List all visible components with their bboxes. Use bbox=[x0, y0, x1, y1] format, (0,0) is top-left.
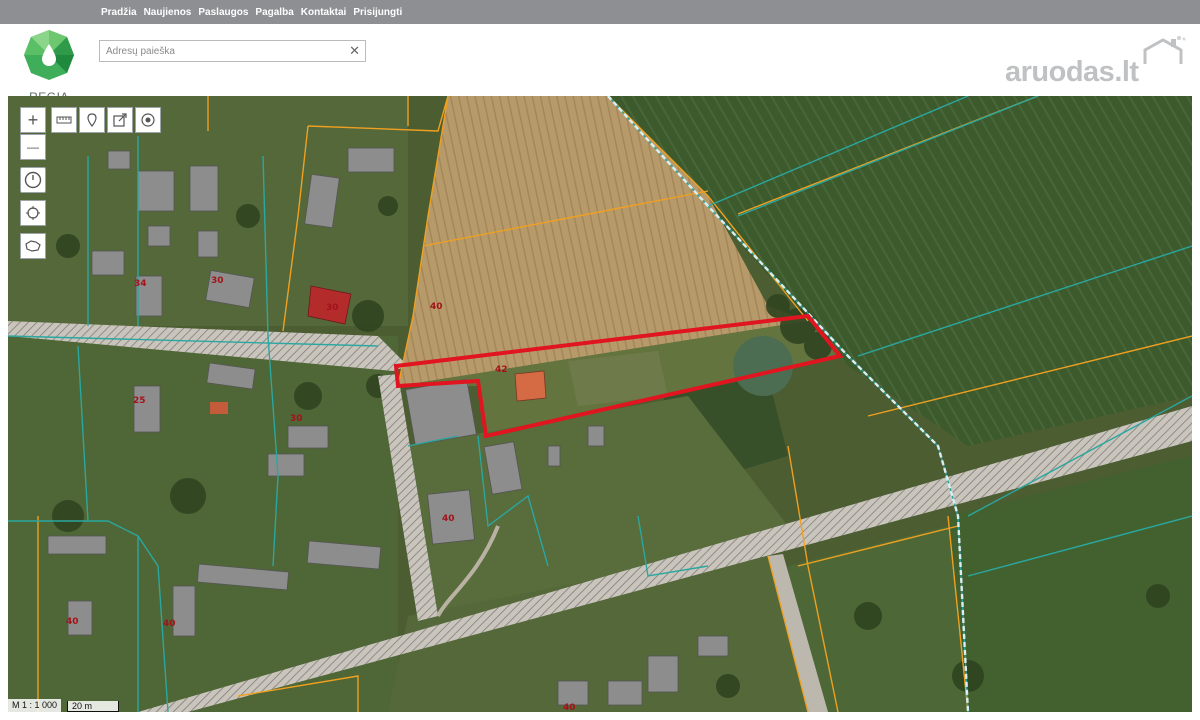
scale-ratio: M 1 : 1 000 bbox=[8, 699, 62, 712]
layers-button[interactable] bbox=[135, 107, 161, 133]
aruodas-brand[interactable]: aruodas.lt bbox=[1005, 36, 1195, 92]
bottom-strip bbox=[0, 712, 1200, 720]
parcel-label: 40 bbox=[563, 703, 576, 712]
nav-link-naujienos[interactable]: Naujienos bbox=[144, 7, 192, 18]
nav-link-kontaktai[interactable]: Kontaktai bbox=[301, 7, 347, 18]
measure-icon bbox=[56, 116, 72, 124]
parcel-label: 40 bbox=[430, 302, 443, 312]
regia-logo[interactable]: REGIA bbox=[14, 24, 84, 104]
parcel-label: 40 bbox=[163, 619, 176, 629]
parcel-label: 30 bbox=[290, 414, 303, 424]
parcel-label: 25 bbox=[133, 396, 146, 406]
address-search: ✕ bbox=[99, 40, 366, 62]
parcel-label: 42 bbox=[495, 365, 508, 375]
nav-link-pradzia[interactable]: Pradžia bbox=[101, 7, 137, 18]
nav-link-prisijungti[interactable]: Prisijungti bbox=[353, 7, 402, 18]
header: REGIA ✕ aruodas.lt bbox=[0, 24, 1200, 104]
top-navigation-bar: Pradžia Naujienos Paslaugos Pagalba Kont… bbox=[0, 0, 1200, 24]
nav-link-paslaugos[interactable]: Paslaugos bbox=[198, 7, 248, 18]
export-icon bbox=[113, 113, 127, 127]
parcel-label: 40 bbox=[66, 617, 79, 627]
measure-button[interactable] bbox=[51, 107, 77, 133]
satellite-map: 34 30 30 40 42 25 30 40 40 40 40 bbox=[8, 96, 1192, 712]
marker-button[interactable] bbox=[79, 107, 105, 133]
parcel-label: 30 bbox=[326, 303, 339, 313]
map-view[interactable]: 34 30 30 40 42 25 30 40 40 40 40 + — M 1… bbox=[8, 96, 1192, 712]
area-button[interactable] bbox=[20, 233, 46, 259]
locate-icon bbox=[26, 206, 40, 220]
locate-button[interactable] bbox=[20, 200, 46, 226]
regia-logo-icon bbox=[24, 30, 74, 80]
main-nav: Pradžia Naujienos Paslaugos Pagalba Kont… bbox=[101, 0, 402, 24]
aruodas-brand-text: aruodas.lt bbox=[1005, 56, 1139, 88]
parcel-label: 34 bbox=[134, 279, 147, 289]
marker-icon bbox=[87, 113, 97, 127]
parcel-label: 30 bbox=[211, 276, 224, 286]
export-button[interactable] bbox=[107, 107, 133, 133]
zoom-out-button[interactable]: — bbox=[20, 134, 46, 160]
address-search-input[interactable] bbox=[100, 41, 352, 62]
history-icon bbox=[24, 171, 42, 189]
layers-icon bbox=[141, 113, 155, 127]
history-button[interactable] bbox=[20, 167, 46, 193]
clear-search-icon[interactable]: ✕ bbox=[349, 43, 360, 59]
scale-bar: 20 m bbox=[67, 701, 120, 712]
map-scale: M 1 : 1 000 20 m bbox=[8, 698, 120, 712]
nav-link-pagalba[interactable]: Pagalba bbox=[255, 7, 293, 18]
area-icon bbox=[25, 240, 41, 252]
parcel-label: 40 bbox=[442, 514, 455, 524]
house-chimney-icon bbox=[1143, 36, 1186, 64]
zoom-in-button[interactable]: + bbox=[20, 107, 46, 133]
